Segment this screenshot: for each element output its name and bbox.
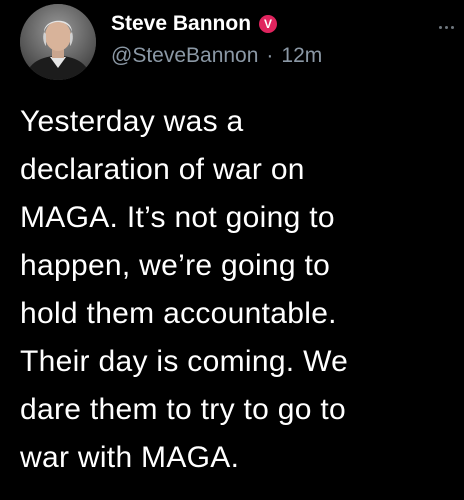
tweet-header: Steve Bannon V @SteveBannon · 12m xyxy=(111,10,322,68)
tweet-card: Steve Bannon V @SteveBannon · 12m Yester… xyxy=(0,0,464,500)
verified-badge-icon: V xyxy=(259,15,278,33)
timestamp[interactable]: 12m xyxy=(281,44,322,68)
dot xyxy=(445,26,448,29)
handle[interactable]: @SteveBannon xyxy=(111,44,258,68)
dot xyxy=(439,26,442,29)
meta-row: @SteveBannon · 12m xyxy=(111,44,322,68)
verified-badge-letter: V xyxy=(264,17,273,31)
tweet-text: Yesterday was a declaration of war on MA… xyxy=(20,105,349,474)
name-row: Steve Bannon V xyxy=(111,10,322,38)
more-dots-icon[interactable] xyxy=(439,26,454,29)
meta-separator: · xyxy=(266,44,274,67)
display-name[interactable]: Steve Bannon xyxy=(111,12,251,36)
avatar-image xyxy=(20,4,96,80)
dot xyxy=(451,26,454,29)
avatar[interactable] xyxy=(20,4,96,80)
